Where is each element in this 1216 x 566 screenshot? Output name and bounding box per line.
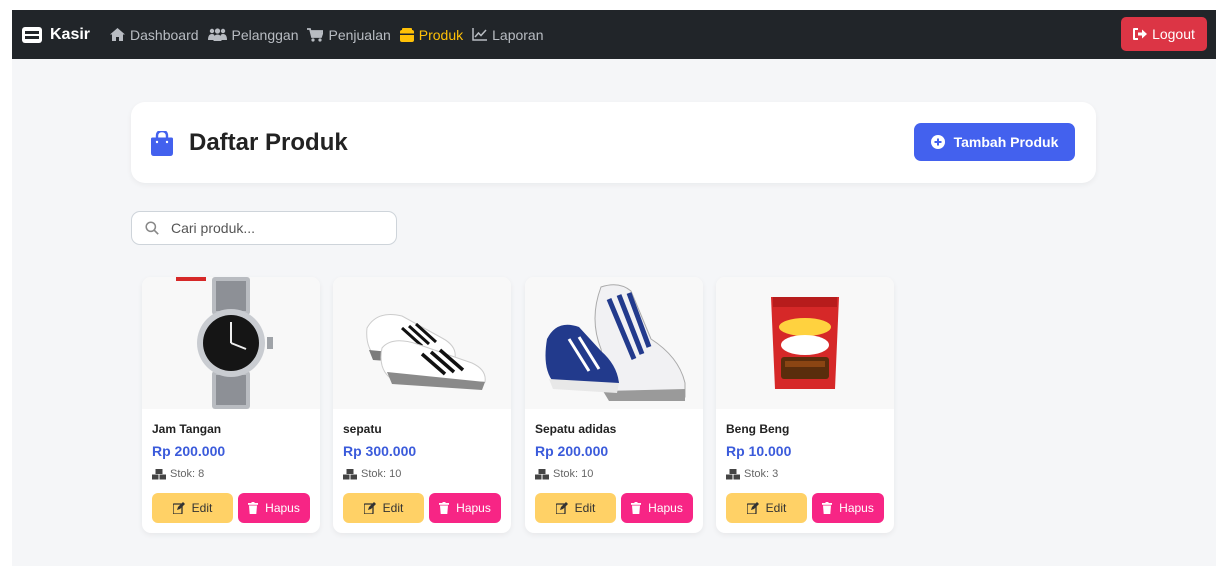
brand-link[interactable]: Kasir (22, 26, 90, 44)
main-content: Daftar Produk Tambah Produk Cari produk.… (12, 59, 1216, 566)
edit-button[interactable]: Edit (152, 493, 233, 523)
stock-label: Stok: 10 (361, 468, 402, 480)
product-name: Beng Beng (726, 422, 790, 436)
nav-item-produk[interactable]: Produk (399, 26, 464, 43)
product-stock: Stok: 8 (152, 468, 204, 480)
product-card: sepatu Rp 300.000 Stok: 10 Edit Hapus (333, 277, 511, 533)
product-card: Sepatu adidas Rp 200.000 Stok: 10 Edit H… (525, 277, 703, 533)
running-shoes-image-icon (545, 284, 686, 401)
product-price: Rp 200.000 (535, 443, 609, 459)
product-stock: Stok: 10 (343, 468, 401, 480)
edit-button[interactable]: Edit (343, 493, 424, 523)
product-price: Rp 200.000 (152, 443, 226, 459)
product-name: sepatu (343, 422, 382, 436)
users-icon (207, 28, 227, 41)
stock-label: Stok: 10 (553, 468, 594, 480)
product-image (716, 277, 894, 409)
edit-label: Edit (574, 501, 596, 515)
edit-icon (363, 502, 376, 514)
delete-label: Hapus (456, 501, 491, 515)
product-image (525, 277, 703, 409)
edit-label: Edit (382, 501, 404, 515)
product-card: Beng Beng Rp 10.000 Stok: 3 Edit Hapus (716, 277, 894, 533)
edit-label: Edit (765, 501, 787, 515)
nav-label: Produk (418, 26, 464, 43)
shopping-bag-icon (151, 131, 173, 156)
nav-item-penjualan[interactable]: Penjualan (307, 26, 391, 43)
delete-button[interactable]: Hapus (429, 493, 501, 523)
product-name: Jam Tangan (152, 422, 222, 436)
product-image (333, 277, 511, 409)
nav-item-laporan[interactable]: Laporan (472, 26, 544, 43)
product-price: Rp 10.000 (726, 443, 792, 459)
chart-line-icon (472, 28, 488, 41)
edit-icon (555, 502, 568, 514)
logout-button[interactable]: Logout (1121, 17, 1207, 51)
delete-label: Hapus (648, 501, 683, 515)
trash-icon (439, 502, 450, 514)
home-icon (110, 28, 126, 41)
cubes-icon (343, 468, 357, 479)
delete-button[interactable]: Hapus (812, 493, 884, 523)
product-stock: Stok: 10 (535, 468, 593, 480)
stock-label: Stok: 3 (744, 468, 779, 480)
nav-item-dashboard[interactable]: Dashboard (110, 27, 199, 43)
logout-label: Logout (1152, 26, 1195, 42)
page-header-card: Daftar Produk Tambah Produk (131, 102, 1096, 183)
nav-label: Penjualan (328, 26, 391, 43)
sign-out-icon (1133, 28, 1148, 40)
snack-pack-image-icon (771, 297, 839, 389)
nav-label: Pelanggan (231, 26, 299, 43)
product-name: Sepatu adidas (535, 422, 617, 436)
box-icon (399, 27, 414, 42)
edit-icon (746, 502, 759, 514)
edit-icon (172, 502, 185, 514)
edit-button[interactable]: Edit (535, 493, 616, 523)
add-product-label: Tambah Produk (953, 134, 1059, 150)
product-card: Jam Tangan Rp 200.000 Stok: 8 Edit Hapus (142, 277, 320, 533)
plus-circle-icon (930, 135, 945, 149)
product-stock: Stok: 3 (726, 468, 778, 480)
stock-label: Stok: 8 (170, 468, 205, 480)
add-product-button[interactable]: Tambah Produk (914, 123, 1075, 161)
delete-button[interactable]: Hapus (621, 493, 693, 523)
trash-icon (248, 502, 259, 514)
search-icon (145, 221, 159, 235)
cubes-icon (152, 468, 166, 479)
nav-item-pelanggan[interactable]: Pelanggan (207, 26, 299, 43)
trash-icon (631, 502, 642, 514)
cash-register-icon (22, 26, 42, 43)
cubes-icon (726, 468, 740, 479)
sneakers-image-icon (366, 314, 486, 390)
navbar: Kasir Dashboard Pelanggan Penjualan Prod… (12, 10, 1216, 59)
watch-image-icon (176, 277, 273, 409)
cart-icon (307, 27, 324, 42)
trash-icon (822, 502, 833, 514)
edit-button[interactable]: Edit (726, 493, 807, 523)
nav-label: Dashboard (130, 26, 199, 43)
nav-label: Laporan (492, 26, 544, 43)
edit-label: Edit (191, 501, 213, 515)
product-price: Rp 300.000 (343, 443, 417, 459)
cubes-icon (535, 468, 549, 479)
brand-label: Kasir (50, 25, 91, 43)
page-title: Daftar Produk (189, 129, 348, 156)
delete-button[interactable]: Hapus (238, 493, 310, 523)
delete-label: Hapus (839, 501, 874, 515)
search-input[interactable] (171, 220, 371, 236)
delete-label: Hapus (265, 501, 300, 515)
product-image (142, 277, 320, 409)
search-box (131, 211, 397, 245)
